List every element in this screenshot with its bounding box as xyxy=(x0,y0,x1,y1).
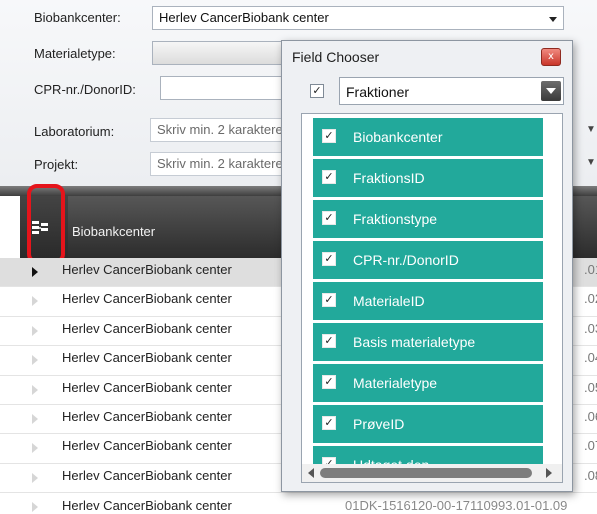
materialetype-select[interactable] xyxy=(152,41,292,65)
field-label: Biobankcenter xyxy=(353,129,443,145)
materialetype-label: Materialetype: xyxy=(34,46,116,61)
cell-biobankcenter: Herlev CancerBiobank center xyxy=(62,408,232,424)
cell-code: .06 xyxy=(584,408,597,424)
field-checkbox[interactable]: ✓ xyxy=(322,211,336,225)
close-icon[interactable]: x xyxy=(541,48,561,66)
chevron-left-icon[interactable] xyxy=(308,468,314,478)
field-label: PrøveID xyxy=(353,416,405,432)
biobankcenter-select[interactable]: Herlev CancerBiobank center xyxy=(152,6,564,30)
field-item[interactable]: ✓ FraktionsID xyxy=(313,159,543,197)
cell-biobankcenter: Herlev CancerBiobank center xyxy=(62,438,232,454)
field-chooser-dialog: Field Chooser x ✓ Fraktioner ✓ Biobankce… xyxy=(281,40,573,492)
field-item[interactable]: ✓ Biobankcenter xyxy=(313,118,543,156)
field-chooser-highlight xyxy=(27,184,65,264)
field-checkbox[interactable]: ✓ xyxy=(322,334,336,348)
biobankcenter-label: Biobankcenter: xyxy=(34,10,121,25)
laboratorium-dropdown-arrow-icon[interactable]: ▼ xyxy=(586,124,596,135)
field-label: Basis materialetype xyxy=(353,334,476,350)
cell-biobankcenter: Herlev CancerBiobank center xyxy=(62,379,232,395)
cell-biobankcenter: Herlev CancerBiobank center xyxy=(62,291,232,307)
cpr-input[interactable] xyxy=(160,76,292,100)
column-header-biobankcenter[interactable]: Biobankcenter xyxy=(72,224,155,239)
select-all-checkbox[interactable]: ✓ xyxy=(310,84,324,98)
row-pointer-icon xyxy=(32,384,38,395)
chevron-down-icon[interactable] xyxy=(541,81,561,101)
row-pointer-icon xyxy=(32,472,38,483)
field-checkbox[interactable]: ✓ xyxy=(322,252,336,266)
row-pointer-icon xyxy=(32,502,38,512)
field-group-select[interactable]: Fraktioner xyxy=(339,77,564,105)
chevron-right-icon[interactable] xyxy=(546,468,552,478)
field-item[interactable]: ✓ Fraktionstype xyxy=(313,200,543,238)
cell-code: .08 xyxy=(584,467,597,483)
cell-code: .03 xyxy=(584,320,597,336)
field-list: ✓ Biobankcenter ✓ FraktionsID ✓ Fraktion… xyxy=(301,113,563,483)
field-label: Fraktionstype xyxy=(353,211,438,227)
cell-code: .02 xyxy=(584,291,597,307)
field-group-value: Fraktioner xyxy=(346,84,410,100)
chevron-down-icon xyxy=(549,17,557,22)
field-item[interactable]: ✓ CPR-nr./DonorID xyxy=(313,241,543,279)
field-item[interactable]: ✓ Basis materialetype xyxy=(313,323,543,361)
cell-code: .01 xyxy=(584,262,597,277)
field-label: FraktionsID xyxy=(353,170,425,186)
cell-code: .07 xyxy=(584,438,597,454)
dialog-title: Field Chooser xyxy=(292,49,380,65)
field-checkbox[interactable]: ✓ xyxy=(322,293,336,307)
field-checkbox[interactable]: ✓ xyxy=(322,416,336,430)
projekt-label: Projekt: xyxy=(34,157,79,172)
cell-code: .04 xyxy=(584,350,597,366)
field-label: MaterialeID xyxy=(353,293,425,309)
cell-code: 01DK-1516120-00-17110993.01-01.09 xyxy=(345,498,568,513)
laboratorium-input[interactable]: Skriv min. 2 karakterer xyxy=(150,118,292,142)
cell-biobankcenter: Herlev CancerBiobank center xyxy=(62,262,232,277)
projekt-dropdown-arrow-icon[interactable]: ▼ xyxy=(586,157,596,168)
row-pointer-icon xyxy=(32,296,38,307)
cell-code: .05 xyxy=(584,379,597,395)
laboratorium-label: Laboratorium: xyxy=(34,124,115,139)
field-label: Materialetype xyxy=(353,375,438,391)
row-pointer-icon xyxy=(32,443,38,454)
field-item[interactable]: ✓ PrøveID xyxy=(313,405,543,443)
field-item[interactable]: ✓ MaterialeID xyxy=(313,282,543,320)
field-item[interactable]: ✓ Materialetype xyxy=(313,364,543,402)
row-pointer-icon xyxy=(32,325,38,336)
biobankcenter-value: Herlev CancerBiobank center xyxy=(159,10,329,25)
field-checkbox[interactable]: ✓ xyxy=(322,170,336,184)
projekt-input[interactable]: Skriv min. 2 karakterer xyxy=(150,152,292,176)
field-checkbox[interactable]: ✓ xyxy=(322,129,336,143)
cell-biobankcenter: Herlev CancerBiobank center xyxy=(62,320,232,336)
horizontal-scrollbar[interactable] xyxy=(302,464,562,482)
field-label: CPR-nr./DonorID xyxy=(353,252,459,268)
scroll-thumb[interactable] xyxy=(320,468,532,478)
cell-biobankcenter: Herlev CancerBiobank center xyxy=(62,467,232,483)
row-pointer-icon xyxy=(32,267,38,277)
cpr-label: CPR-nr./DonorID: xyxy=(34,82,136,97)
cell-biobankcenter[interactable]: Herlev CancerBiobank center xyxy=(62,498,232,513)
row-pointer-icon xyxy=(32,413,38,424)
field-checkbox[interactable]: ✓ xyxy=(322,375,336,389)
cell-biobankcenter: Herlev CancerBiobank center xyxy=(62,350,232,366)
row-pointer-icon xyxy=(32,355,38,366)
